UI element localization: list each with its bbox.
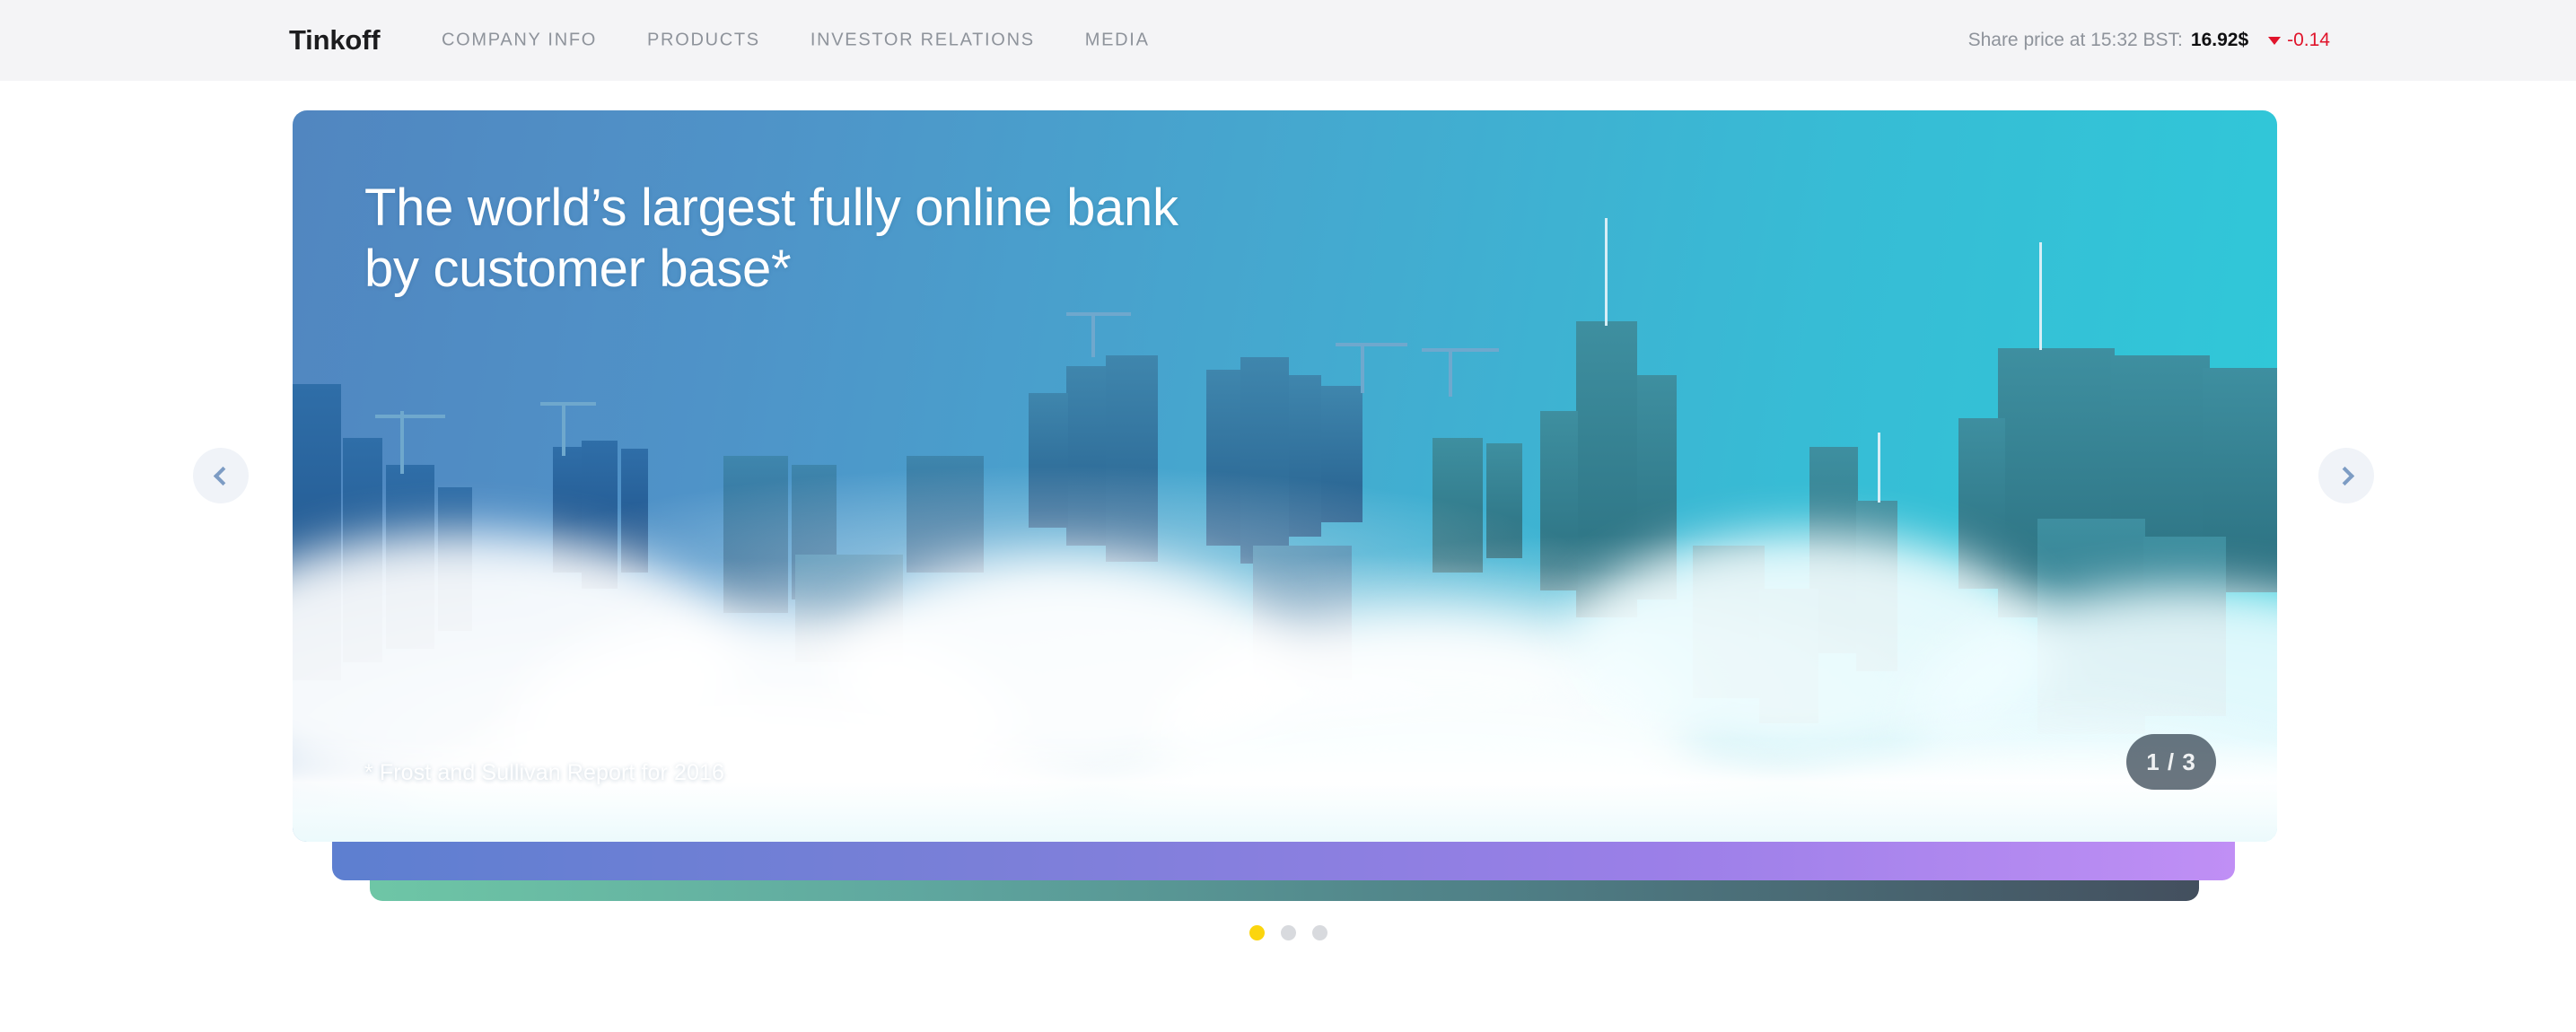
hero-title-line-2: by customer base* [364,240,792,299]
hero-title-line-1: The world’s largest fully online bank [364,179,1178,237]
pagination-dot-2[interactable] [1280,925,1296,940]
carousel-prev-button[interactable] [193,448,249,503]
hero-slide[interactable]: The world’s largest fully online bank by… [293,110,2277,842]
carousel-next-button[interactable] [2318,448,2374,503]
carousel-pagination [0,925,2576,940]
pagination-dot-1[interactable] [1249,925,1265,940]
slide-counter: 1 / 3 [2126,734,2216,790]
hero-footnote: * Frost and Sullivan Report for 2016 [364,760,725,785]
chevron-left-icon [213,466,232,485]
hero-title: The world’s largest fully online bank by… [364,178,1178,301]
chevron-right-icon [2335,466,2354,485]
pagination-dot-3[interactable] [1311,925,1327,940]
